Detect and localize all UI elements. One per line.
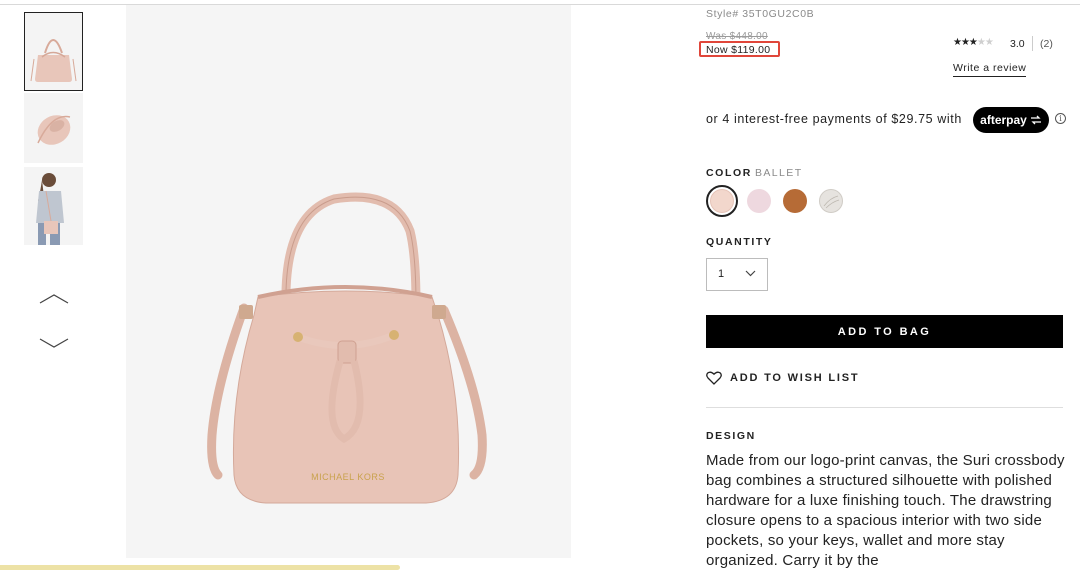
review-count[interactable]: (2) (1040, 38, 1053, 50)
color-swatch-luggage[interactable] (783, 189, 807, 213)
thumbnail-model[interactable] (24, 167, 83, 245)
chevron-down-icon (745, 270, 756, 277)
color-swatch-white[interactable] (819, 189, 843, 213)
afterpay-arrows-icon (1030, 115, 1041, 125)
add-to-bag-button[interactable]: ADD TO BAG (706, 315, 1063, 348)
brand-logo: MICHAEL KORS (311, 472, 385, 482)
star-empty-icon: ★★ (976, 37, 994, 48)
thumbnail-side[interactable] (24, 93, 83, 163)
afterpay-badge[interactable]: afterpay (973, 107, 1049, 133)
thumbnail-up-arrow-icon[interactable] (38, 292, 70, 306)
color-selected-value: BALLET (755, 167, 803, 179)
swatch-fill (710, 189, 734, 213)
write-review-link[interactable]: Write a review (953, 62, 1027, 77)
thumbnail-front[interactable] (24, 12, 83, 91)
heart-icon (706, 371, 722, 385)
color-swatch-pink[interactable] (747, 189, 771, 213)
quantity-select[interactable]: 1 (706, 258, 768, 291)
section-divider (706, 407, 1063, 408)
bottom-banner-edge (0, 565, 400, 570)
rating-divider (1032, 36, 1033, 51)
design-label: DESIGN (706, 430, 756, 442)
color-label: COLOR (706, 167, 752, 179)
quantity-value: 1 (718, 268, 725, 280)
afterpay-message: or 4 interest-free payments of $29.75 wi… (706, 112, 962, 126)
add-to-wish-list-button[interactable]: ADD TO WISH LIST (706, 371, 859, 385)
now-price: Now $119.00 (699, 41, 780, 57)
rating-value: 3.0 (1010, 38, 1025, 50)
quantity-label: QUANTITY (706, 236, 773, 248)
thumbnail-down-arrow-icon[interactable] (38, 336, 70, 350)
style-number: Style# 35T0GU2C0B (706, 8, 815, 20)
rating-stars: ★★★★★ (953, 37, 994, 48)
wish-list-label: ADD TO WISH LIST (730, 372, 860, 384)
design-description: Made from our logo-print canvas, the Sur… (706, 452, 1065, 569)
afterpay-label: afterpay (980, 113, 1027, 127)
star-icon: ★★★ (953, 37, 978, 48)
product-image: MICHAEL KORS (126, 5, 571, 558)
color-swatch-ballet[interactable] (706, 185, 738, 217)
info-icon[interactable]: i (1055, 113, 1066, 124)
